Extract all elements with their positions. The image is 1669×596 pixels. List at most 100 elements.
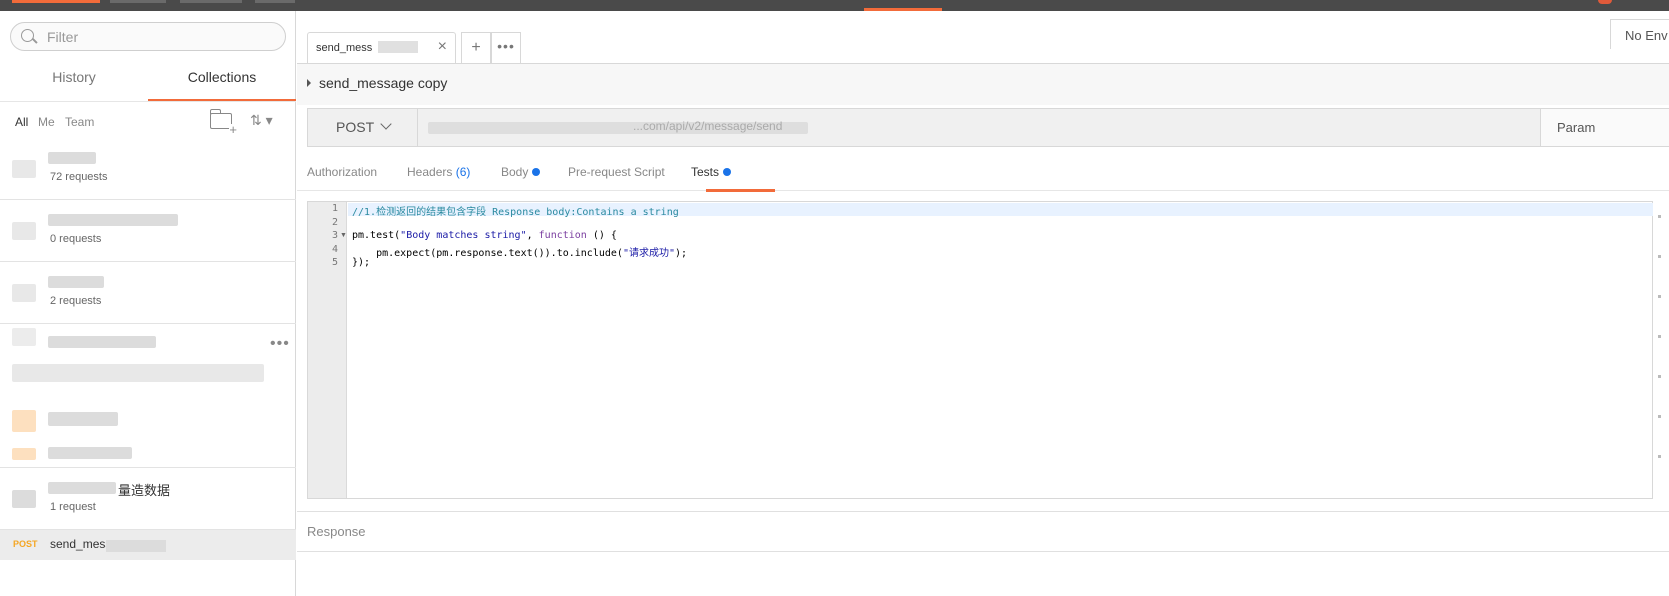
tab-headers[interactable]: Headers (6): [407, 165, 470, 179]
line-gutter: 1 2 3 ▼ 4 5: [308, 202, 347, 498]
code-line: });: [352, 257, 371, 268]
method-select[interactable]: POST: [308, 109, 418, 146]
url-input[interactable]: ...com/api/v2/message/send: [428, 118, 1528, 136]
request-tab[interactable]: send_mess ×: [307, 32, 456, 63]
method-label: POST: [336, 119, 375, 135]
top-stub: [180, 0, 242, 3]
redacted-name: [48, 412, 118, 426]
line-number: 3: [331, 230, 338, 241]
collection-item[interactable]: 2 requests: [0, 262, 296, 324]
filter-all[interactable]: All: [15, 115, 28, 129]
code-token: pm.test(: [352, 230, 401, 241]
folder-icon: [12, 410, 36, 432]
modified-dot: [532, 168, 541, 176]
line-number: 2: [331, 217, 338, 228]
tab-tests[interactable]: Tests: [691, 165, 732, 179]
tab-collections[interactable]: Collections: [148, 60, 296, 102]
request-title[interactable]: send_message copy: [319, 75, 447, 91]
redacted-name: [106, 540, 166, 552]
folder-icon: [12, 160, 36, 178]
fold-toggle-icon[interactable]: ▼: [340, 232, 347, 239]
divider: [297, 551, 1669, 552]
collection-filter-row: All Me Team ⇅ ▾: [0, 107, 296, 139]
tab-headers-label: Headers: [407, 165, 453, 179]
folder-icon: [12, 328, 36, 346]
folder-icon: [12, 490, 36, 508]
line-number: 1: [331, 203, 338, 214]
top-bar: [0, 0, 1669, 11]
tab-body-label: Body: [501, 165, 529, 179]
line-number: 5: [331, 257, 338, 268]
params-button[interactable]: Param: [1540, 109, 1669, 146]
caret-right-icon[interactable]: [307, 79, 311, 87]
collection-item[interactable]: 72 requests: [0, 138, 296, 200]
collection-count: 1 request: [50, 501, 96, 513]
code-token: pm.expect(pm.response.text()).to.include…: [352, 248, 623, 259]
close-icon[interactable]: ×: [438, 38, 447, 56]
code-line: //1.检测返回的结果包含字段 Response body:Contains a…: [352, 203, 679, 218]
more-tabs-button[interactable]: •••: [491, 32, 521, 63]
code-token: () {: [586, 230, 617, 241]
more-options-icon[interactable]: •••: [270, 335, 290, 353]
collection-item[interactable]: 0 requests: [0, 200, 296, 262]
code-comment: //1.检测返回的结果包含字段 Response body:Contains a…: [352, 207, 679, 218]
request-name-bar: send_message copy: [297, 63, 1669, 105]
filter-team[interactable]: Team: [65, 115, 94, 129]
redacted-name: [48, 152, 96, 164]
divider: [297, 511, 1669, 512]
tab-history[interactable]: History: [0, 60, 148, 102]
collection-item-expanded[interactable]: [0, 324, 296, 468]
code-token: ,: [526, 230, 539, 241]
code-token: );: [674, 248, 688, 259]
chevron-down-icon: [380, 118, 392, 130]
collection-name: 量造数据: [118, 483, 171, 498]
request-name: send_mess: [50, 537, 112, 551]
tests-code-editor[interactable]: 1 2 3 ▼ 4 5 //1.检测返回的结果包含字段 Response bod…: [307, 201, 1653, 499]
redacted-text: [378, 41, 418, 53]
params-label: Param: [1557, 120, 1596, 135]
active-tab-indicator: [706, 189, 775, 192]
redacted-name: [48, 336, 156, 348]
top-stub: [110, 0, 166, 3]
redacted-description: [12, 364, 264, 382]
collection-count: 72 requests: [50, 171, 108, 183]
new-collection-icon[interactable]: [210, 109, 237, 135]
method-badge: POST: [13, 539, 38, 549]
notification-badge[interactable]: [1598, 0, 1612, 4]
code-string: "Body matches string": [400, 230, 527, 241]
request-item[interactable]: POST send_mess: [0, 530, 296, 560]
code-string: "请求成功": [622, 248, 675, 259]
folder-icon: [12, 222, 36, 240]
response-heading: Response: [307, 524, 366, 539]
tab-tests-label: Tests: [691, 165, 720, 179]
add-tab-button[interactable]: +: [461, 32, 491, 63]
top-accent: [12, 0, 100, 3]
request-section-tabs: Authorization Headers (6) Body Pre-reque…: [297, 155, 1669, 192]
collection-count: 0 requests: [50, 233, 102, 245]
code-line: pm.expect(pm.response.text()).to.include…: [352, 244, 687, 259]
request-tab-strip: send_mess × + ••• No Env: [297, 11, 1669, 63]
collection-count: 2 requests: [50, 295, 102, 307]
redacted-name: [48, 276, 104, 288]
top-stub: [255, 0, 295, 3]
url-bar: POST ...com/api/v2/message/send Param: [307, 108, 1669, 147]
line-number: 4: [331, 244, 338, 255]
modified-dot: [723, 168, 732, 176]
tab-authorization[interactable]: Authorization: [307, 165, 377, 179]
url-text: ...com/api/v2/message/send: [633, 119, 783, 133]
sort-icon[interactable]: ⇅ ▾: [250, 112, 273, 129]
code-keyword: function: [538, 230, 587, 241]
tab-body[interactable]: Body: [501, 165, 541, 179]
filter-placeholder: Filter: [47, 29, 79, 45]
collection-item[interactable]: 量造数据 1 request: [0, 468, 296, 530]
divider: [0, 101, 296, 102]
code-line: pm.test("Body matches string", function …: [352, 230, 617, 241]
snippets-edge: [1658, 201, 1666, 499]
tab-pre-request-script[interactable]: Pre-request Script: [568, 165, 665, 179]
filter-me[interactable]: Me: [38, 115, 55, 129]
environment-selector[interactable]: No Env: [1610, 19, 1669, 49]
redacted-name: [48, 482, 116, 494]
search-icon: [21, 29, 34, 42]
filter-input[interactable]: Filter: [10, 22, 286, 51]
main-panel: send_mess × + ••• No Env send_message co…: [297, 11, 1669, 596]
